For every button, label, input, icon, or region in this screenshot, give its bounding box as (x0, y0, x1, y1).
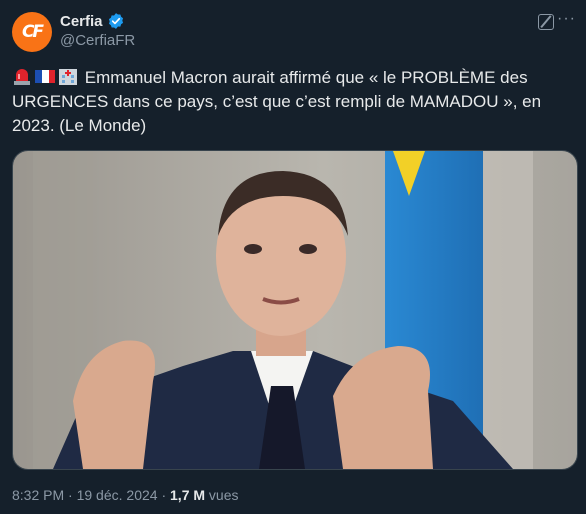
tweet-time[interactable]: 8:32 PM (12, 487, 64, 503)
avatar[interactable]: CF (12, 12, 52, 52)
author-name-row: Cerfia (60, 12, 125, 30)
grok-icon[interactable] (538, 14, 554, 30)
meta-separator: · (157, 487, 171, 503)
tweet-date[interactable]: 19 déc. 2024 (77, 487, 158, 503)
rotating-light-emoji (14, 69, 30, 85)
verified-badge-icon (108, 13, 123, 29)
tweet-text: Emmanuel Macron aurait affirmé que « le … (12, 66, 572, 138)
avatar-initials: CF (21, 22, 44, 42)
france-flag-emoji (35, 70, 55, 83)
author-handle[interactable]: @CerfiaFR (60, 32, 135, 49)
tweet: CF Cerfia @CerfiaFR ··· Emmanuel Macron … (0, 0, 586, 514)
macron-photo-image (13, 151, 577, 469)
hospital-emoji (59, 69, 77, 85)
meta-separator: · (64, 487, 77, 503)
display-name[interactable]: Cerfia (60, 13, 103, 30)
views-label: vues (205, 487, 239, 503)
tweet-photo[interactable] (12, 150, 578, 470)
tweet-text-body: Emmanuel Macron aurait affirmé que « le … (12, 68, 542, 135)
tweet-meta: 8:32 PM · 19 déc. 2024 · 1,7 M vues (12, 487, 239, 503)
views-count: 1,7 M (170, 487, 206, 503)
more-icon[interactable]: ··· (557, 10, 576, 28)
